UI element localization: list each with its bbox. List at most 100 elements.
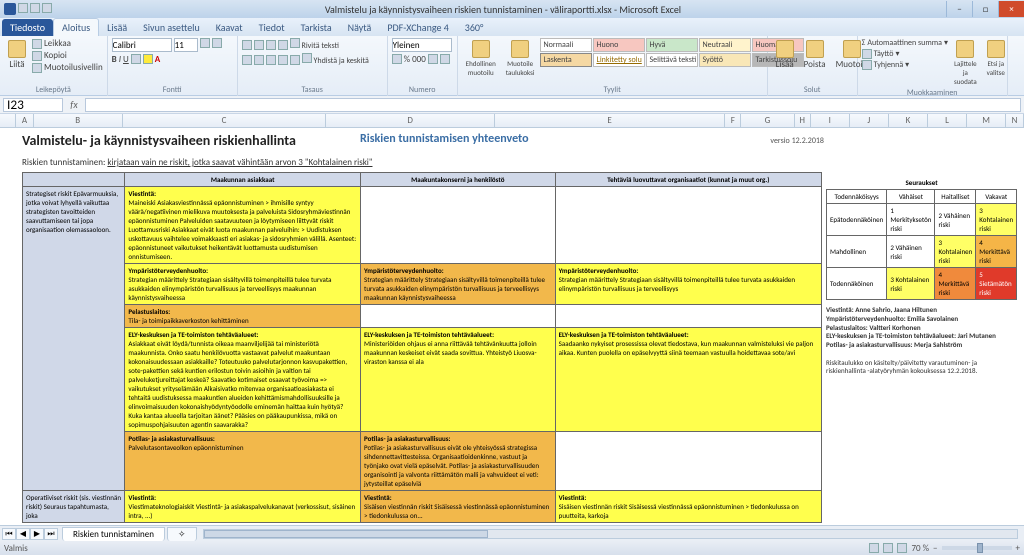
tab-first-icon[interactable]: ⏮ xyxy=(2,528,16,540)
underline-button[interactable]: U xyxy=(123,54,129,65)
align-mid-icon[interactable] xyxy=(254,40,264,50)
style-good[interactable]: Hyvä xyxy=(646,38,698,52)
minimize-button[interactable]: − xyxy=(946,1,972,17)
h-scroll-thumb[interactable] xyxy=(204,530,489,538)
col-J[interactable]: J xyxy=(850,114,889,127)
style-input[interactable]: Syöttö xyxy=(699,53,751,67)
col-E[interactable]: E xyxy=(495,114,725,127)
copy-button[interactable]: Kopioi xyxy=(32,50,103,61)
clear-button[interactable]: Tyhjennä ▾ xyxy=(862,60,948,70)
align-bot-icon[interactable] xyxy=(266,40,276,50)
zoom-slider[interactable] xyxy=(942,546,1012,550)
merge-button[interactable]: Yhdistä ja keskitä xyxy=(302,53,369,66)
inc-dec-icon[interactable] xyxy=(428,54,438,64)
sheet-body[interactable]: Valmistelu- ja käynnistysvaiheen riskien… xyxy=(0,128,1024,523)
comma-icon[interactable]: 000 xyxy=(412,54,426,65)
align-center-icon[interactable] xyxy=(254,55,264,65)
view-normal-icon[interactable] xyxy=(869,543,879,553)
zoom-level[interactable]: 70 % xyxy=(911,543,929,554)
col-N[interactable]: N xyxy=(1006,114,1024,127)
sheet-tab-1[interactable]: Riskien tunnistaminen xyxy=(62,527,165,541)
fx-icon[interactable]: fx xyxy=(66,98,82,111)
tab-layout[interactable]: Sivun asettelu xyxy=(135,19,208,36)
style-calc[interactable]: Laskenta xyxy=(540,53,592,67)
style-neutral[interactable]: Neutraali xyxy=(699,38,751,52)
select-all-corner[interactable] xyxy=(0,114,16,127)
format-painter-button[interactable]: Muotoilusivellin xyxy=(32,62,103,73)
col-M[interactable]: M xyxy=(967,114,1006,127)
dec-dec-icon[interactable] xyxy=(440,54,450,64)
style-bad[interactable]: Huono xyxy=(593,38,645,52)
currency-icon[interactable] xyxy=(392,54,402,64)
align-right-icon[interactable] xyxy=(266,55,276,65)
save-icon[interactable] xyxy=(18,3,28,13)
font-name[interactable] xyxy=(112,38,172,52)
col-H[interactable]: H xyxy=(795,114,811,127)
close-button[interactable]: × xyxy=(998,1,1024,17)
indent-dec-icon[interactable] xyxy=(278,55,288,65)
font-size[interactable] xyxy=(174,38,198,52)
tab-data[interactable]: Tiedot xyxy=(251,19,293,36)
tab-pdfx[interactable]: PDF-XChange 4 xyxy=(379,19,456,36)
style-explain[interactable]: Selittävä teksti xyxy=(646,53,698,67)
insert-cells-button[interactable]: Lisää xyxy=(772,38,798,72)
align-left-icon[interactable] xyxy=(242,55,252,65)
fill-button[interactable]: Täyttö ▾ xyxy=(862,49,948,59)
tab-next-icon[interactable]: ▶ xyxy=(30,528,44,540)
tab-formulas[interactable]: Kaavat xyxy=(208,19,251,36)
cut-button[interactable]: Leikkaa xyxy=(32,38,103,49)
delete-cells-button[interactable]: Poista xyxy=(800,38,830,72)
col-A[interactable]: A xyxy=(16,114,34,127)
col-B[interactable]: B xyxy=(34,114,123,127)
tab-file[interactable]: Tiedosto xyxy=(2,19,53,36)
col-D[interactable]: D xyxy=(326,114,494,127)
number-format[interactable] xyxy=(392,38,452,52)
tab-view[interactable]: Näytä xyxy=(340,19,380,36)
col-K[interactable]: K xyxy=(889,114,928,127)
tab-prev-icon[interactable]: ◀ xyxy=(16,528,30,540)
style-linked[interactable]: Linkitetty solu xyxy=(593,53,645,67)
font-color-icon[interactable]: A xyxy=(155,54,160,65)
paste-button[interactable]: Liitä xyxy=(4,38,30,72)
redo-icon[interactable] xyxy=(42,3,52,13)
border-icon[interactable] xyxy=(131,54,141,64)
zoom-in-button[interactable]: + xyxy=(1016,543,1020,554)
autosum-button[interactable]: Σ Automaattinen summa ▾ xyxy=(862,38,948,48)
formula-input[interactable] xyxy=(85,98,1021,112)
sort-filter-button[interactable]: Lajittele ja suodata xyxy=(950,38,981,88)
bold-button[interactable]: B xyxy=(112,54,117,65)
tab-addin[interactable]: 360° xyxy=(457,19,492,36)
tab-insert[interactable]: Lisää xyxy=(99,19,135,36)
col-C[interactable]: C xyxy=(123,114,327,127)
col-I[interactable]: I xyxy=(811,114,850,127)
name-box[interactable] xyxy=(3,98,63,112)
h-scrollbar[interactable] xyxy=(203,529,1018,539)
shrink-font-icon[interactable] xyxy=(212,38,222,48)
cond-format-button[interactable]: Ehdollinen muotoilu xyxy=(462,38,500,79)
align-top-icon[interactable] xyxy=(242,40,252,50)
indent-inc-icon[interactable] xyxy=(290,55,300,65)
style-normal[interactable]: Normaali xyxy=(540,38,592,52)
col-L[interactable]: L xyxy=(928,114,967,127)
tab-last-icon[interactable]: ⏭ xyxy=(44,528,58,540)
format-table-button[interactable]: Muotoile taulukoksi xyxy=(502,38,539,79)
wrap-button[interactable]: Rivitä teksti xyxy=(290,38,339,51)
zoom-thumb[interactable] xyxy=(977,543,983,553)
italic-button[interactable]: I xyxy=(119,54,121,65)
percent-icon[interactable]: % xyxy=(404,54,410,65)
orientation-icon[interactable] xyxy=(278,40,288,50)
col-F[interactable]: F xyxy=(725,114,741,127)
tab-review[interactable]: Tarkista xyxy=(293,19,340,36)
zoom-out-button[interactable]: − xyxy=(933,543,937,554)
undo-icon[interactable] xyxy=(30,3,40,13)
fill-color-icon[interactable] xyxy=(143,54,153,64)
maximize-button[interactable]: □ xyxy=(972,1,998,17)
col-G[interactable]: G xyxy=(741,114,794,127)
tab-home[interactable]: Aloitus xyxy=(53,18,99,36)
view-break-icon[interactable] xyxy=(897,543,907,553)
find-select-button[interactable]: Etsi ja valitse xyxy=(983,38,1009,79)
risk-table[interactable]: Maakunnan asiakkaat Maakuntakonserni ja … xyxy=(22,172,822,523)
view-layout-icon[interactable] xyxy=(883,543,893,553)
new-sheet-button[interactable]: ✧ xyxy=(167,527,197,541)
grow-font-icon[interactable] xyxy=(200,38,210,48)
